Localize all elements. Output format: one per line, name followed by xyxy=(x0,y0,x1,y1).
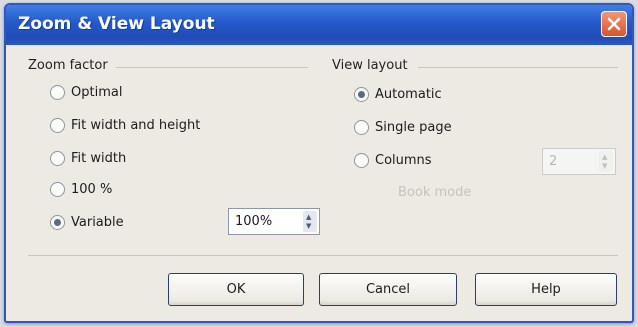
zoom-view-layout-dialog: Zoom & View Layout Zoom factor Optimal F… xyxy=(4,3,634,323)
view-layout-separator xyxy=(418,67,618,68)
columns-spinbox[interactable]: 2 ▲ ▼ xyxy=(542,148,616,175)
radio-variable[interactable]: Variable xyxy=(50,215,124,230)
radio-optimal[interactable]: Optimal xyxy=(50,85,122,100)
cancel-button[interactable]: Cancel xyxy=(319,273,457,306)
ok-button[interactable]: OK xyxy=(168,273,304,306)
radio-label: Fit width and height xyxy=(71,118,201,133)
radio-label: Variable xyxy=(71,215,124,230)
radio-label: Single page xyxy=(375,120,452,135)
variable-zoom-spinbox[interactable]: 100% ▲ ▼ xyxy=(228,208,320,235)
radio-circle xyxy=(354,120,369,135)
radio-circle xyxy=(50,182,65,197)
radio-label: Fit width xyxy=(71,151,127,166)
close-button[interactable] xyxy=(601,11,627,37)
title-bar[interactable]: Zoom & View Layout xyxy=(6,5,632,45)
dialog-title: Zoom & View Layout xyxy=(18,14,215,34)
zoom-factor-separator xyxy=(116,67,308,68)
radio-fit-width-and-height[interactable]: Fit width and height xyxy=(50,118,200,133)
book-mode-checkbox-label[interactable]: Book mode xyxy=(398,185,471,200)
radio-label: 100 % xyxy=(71,182,113,197)
zoom-factor-heading: Zoom factor xyxy=(28,58,108,73)
help-button[interactable]: Help xyxy=(475,273,617,306)
radio-label: Optimal xyxy=(71,85,123,100)
radio-circle-selected xyxy=(354,87,369,102)
columns-value: 2 xyxy=(549,154,558,169)
spin-down-icon: ▼ xyxy=(602,162,608,170)
radio-single-page[interactable]: Single page xyxy=(354,120,452,135)
cancel-button-label: Cancel xyxy=(365,282,411,297)
radio-100-percent[interactable]: 100 % xyxy=(50,182,112,197)
spin-down-icon: ▼ xyxy=(306,222,312,230)
variable-zoom-value: 100% xyxy=(235,214,273,229)
radio-circle xyxy=(50,118,65,133)
radio-label: Columns xyxy=(375,153,432,168)
spin-arrows[interactable]: ▲ ▼ xyxy=(599,151,613,172)
radio-circle xyxy=(50,151,65,166)
help-button-label: Help xyxy=(531,282,561,297)
radio-fit-width[interactable]: Fit width xyxy=(50,151,126,166)
spin-up-icon: ▲ xyxy=(602,153,608,161)
radio-automatic[interactable]: Automatic xyxy=(354,87,442,102)
radio-circle-selected xyxy=(50,215,65,230)
radio-circle xyxy=(50,85,65,100)
radio-columns[interactable]: Columns xyxy=(354,153,432,168)
view-layout-heading: View layout xyxy=(332,58,408,73)
button-separator xyxy=(28,255,618,256)
spin-up-icon: ▲ xyxy=(306,213,312,221)
radio-label: Automatic xyxy=(375,87,442,102)
spin-arrows[interactable]: ▲ ▼ xyxy=(303,211,317,232)
ok-button-label: OK xyxy=(226,282,246,297)
radio-circle xyxy=(354,153,369,168)
